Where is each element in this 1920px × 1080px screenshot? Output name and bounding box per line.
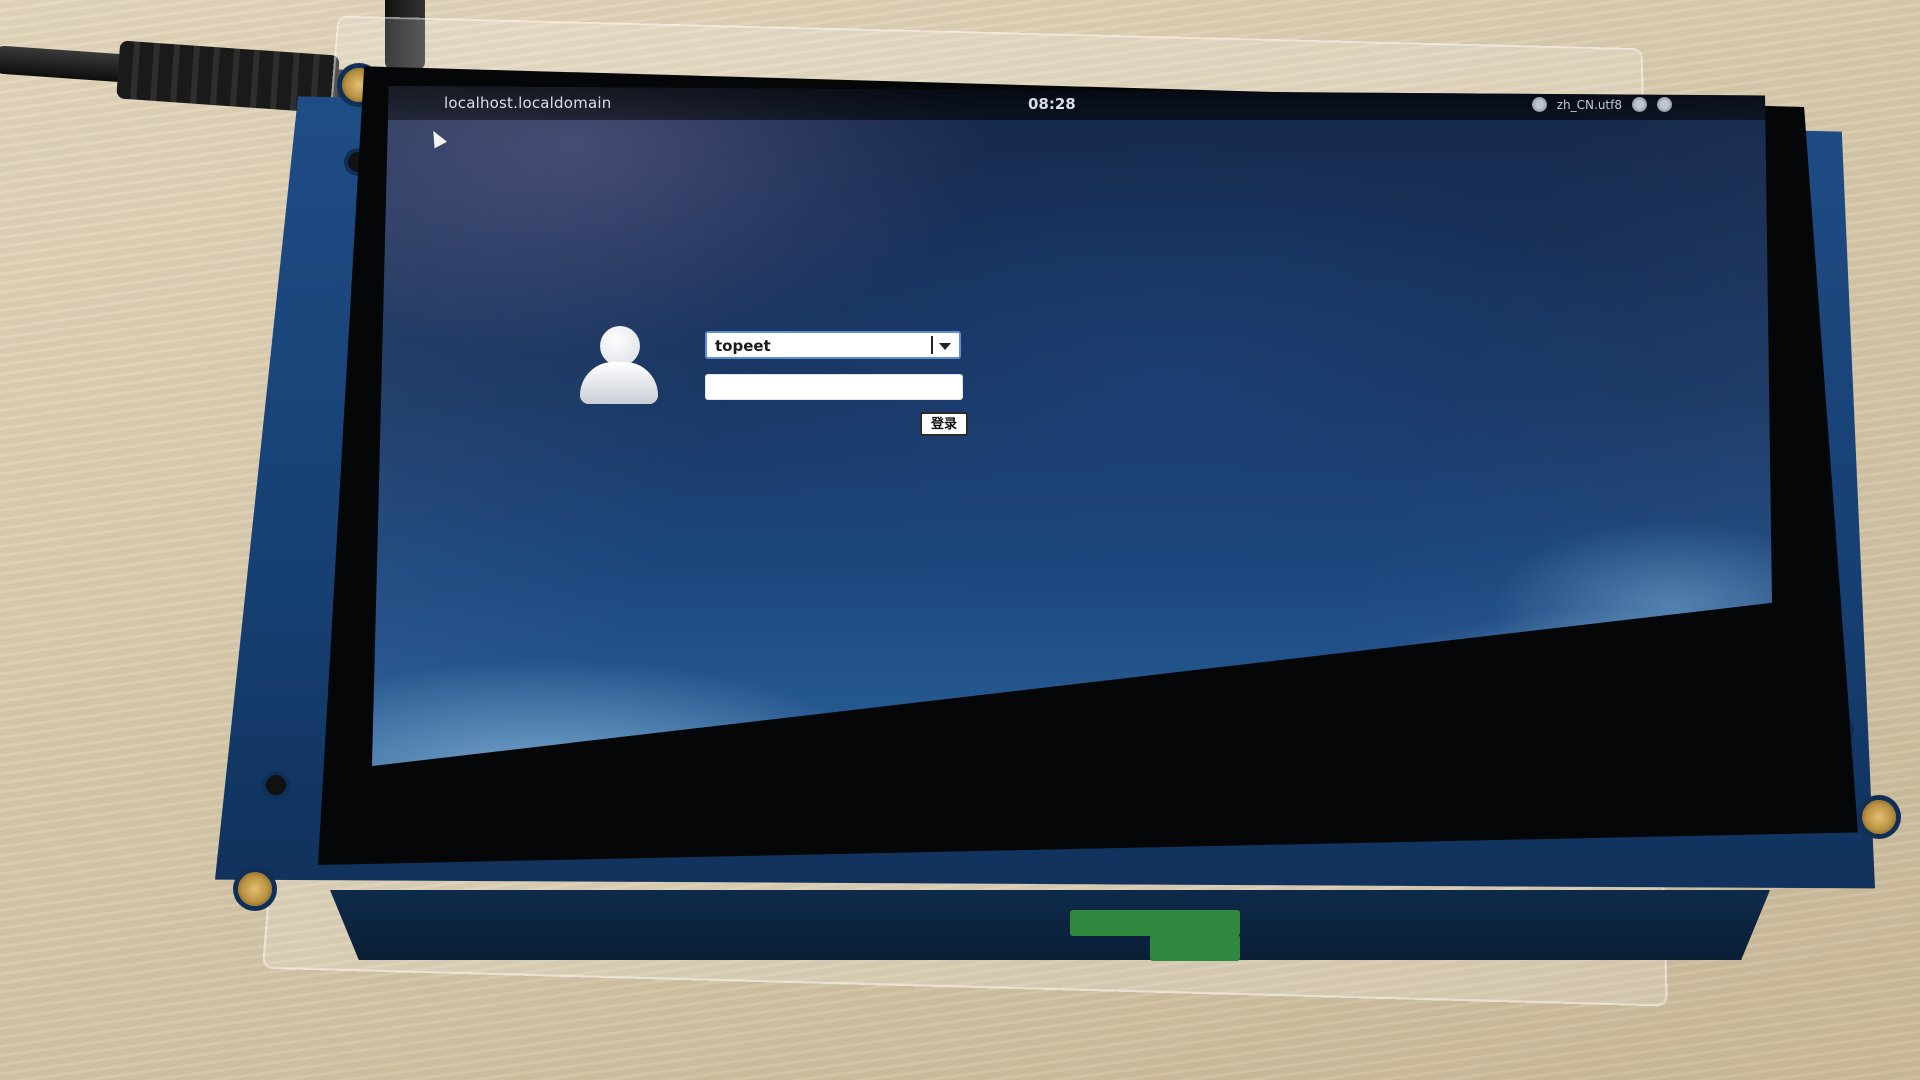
system-tray: zh_CN.utf8 bbox=[1531, 97, 1672, 112]
login-button[interactable]: 登录 bbox=[920, 412, 968, 436]
mount-screw bbox=[1862, 800, 1896, 834]
username-value: topeet bbox=[715, 337, 771, 355]
hostname-label: localhost.localdomain bbox=[444, 94, 612, 112]
username-select[interactable]: topeet bbox=[705, 331, 961, 359]
pcb-connector bbox=[1070, 910, 1240, 936]
power-icon[interactable] bbox=[1657, 97, 1672, 112]
select-separator bbox=[931, 336, 933, 354]
clock-label[interactable]: 08:28 bbox=[1028, 95, 1076, 113]
pcb-edge bbox=[330, 890, 1770, 960]
avatar-body bbox=[580, 362, 658, 404]
mouse-cursor-icon bbox=[427, 127, 447, 149]
password-field[interactable] bbox=[705, 374, 963, 400]
avatar-icon bbox=[580, 326, 658, 406]
chevron-down-icon[interactable] bbox=[939, 343, 951, 350]
pcb-connector bbox=[1150, 935, 1240, 961]
mount-screw bbox=[238, 872, 272, 906]
accessibility-icon[interactable] bbox=[1531, 97, 1547, 112]
mount-hole bbox=[266, 775, 286, 795]
avatar-head bbox=[600, 326, 640, 366]
keyboard-icon[interactable] bbox=[1632, 97, 1647, 112]
locale-selector[interactable]: zh_CN.utf8 bbox=[1557, 98, 1622, 112]
